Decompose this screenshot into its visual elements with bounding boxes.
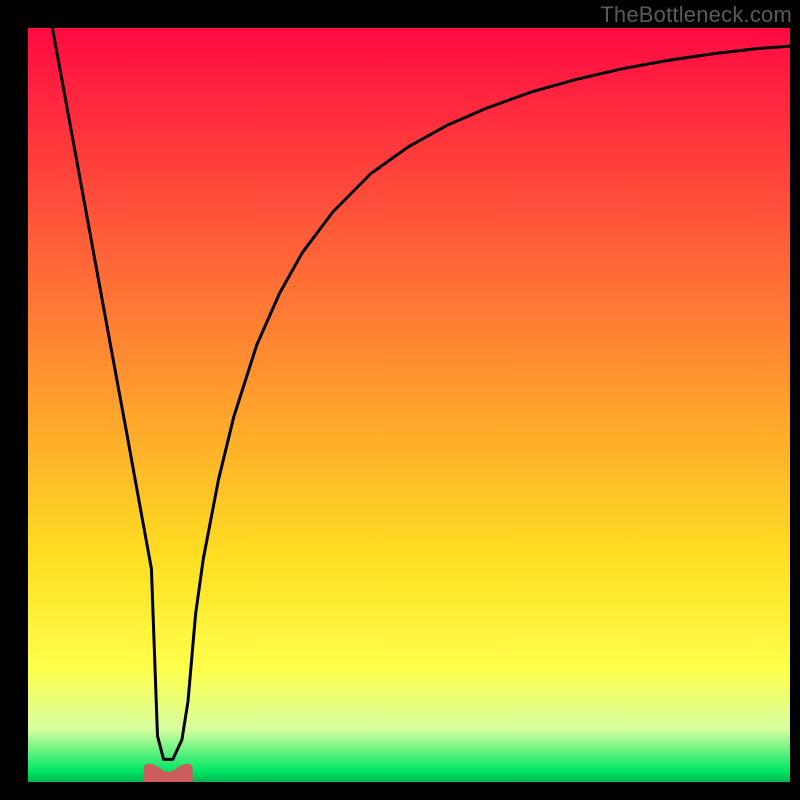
plot-background [28,28,790,782]
chart-frame: TheBottleneck.com [0,0,800,800]
watermark-text: TheBottleneck.com [600,2,792,28]
bottleneck-chart [0,0,800,800]
